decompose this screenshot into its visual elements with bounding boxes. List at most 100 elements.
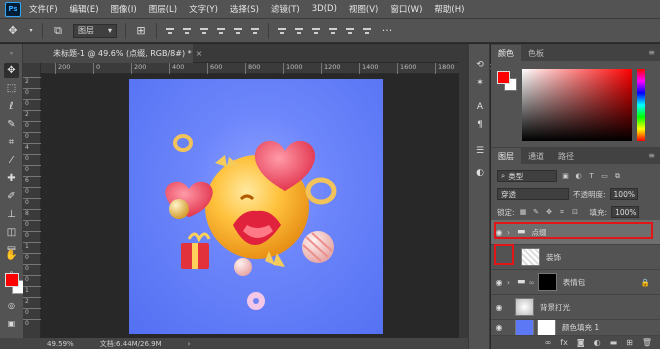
menu-help[interactable]: 帮助(H) [434,3,464,15]
hand-tool-icon[interactable]: ✋ [4,248,19,263]
distribute-bottom-icon[interactable] [311,26,321,36]
tab-layers[interactable]: 图层 [491,148,521,164]
filter-shape-icon[interactable]: ▭ [600,172,609,181]
filter-adjust-icon[interactable]: ◐ [574,172,583,181]
add-mask-icon[interactable]: ◙ [577,338,585,347]
align-bottom-icon[interactable] [199,26,209,36]
eye-icon[interactable]: ◉ [491,303,507,312]
tab-paths[interactable]: 路径 [551,148,581,164]
opacity-input[interactable]: 100% [609,188,638,200]
filter-type-icon[interactable]: T [587,172,596,181]
collapse-arrows-icon[interactable]: » [4,46,19,61]
menu-window[interactable]: 窗口(W) [390,3,422,15]
align-vcenter-icon[interactable] [182,26,192,36]
fill-input[interactable]: 100% [611,206,640,218]
menu-view[interactable]: 视图(V) [349,3,378,15]
tab-color[interactable]: 颜色 [491,45,521,61]
brush-tool-icon[interactable]: ✐ [4,189,19,204]
align-top-icon[interactable] [165,26,175,36]
character-icon[interactable]: A [473,100,487,114]
clone-stamp-icon[interactable]: ⊥ [4,207,19,222]
ruler-tick: 0 [23,275,41,283]
brush-settings-icon[interactable]: ✶ [473,76,487,90]
lock-artboard-icon[interactable]: ⌗ [558,208,567,217]
menu-layer[interactable]: 图层(L) [149,3,177,15]
trash-icon[interactable]: 🗑 [642,338,652,347]
layer-row[interactable]: ◉ 颜色填充 1 [491,320,660,336]
paragraph-icon[interactable]: ¶ [473,118,487,132]
fx-icon[interactable]: fx [560,338,568,347]
filter-pixel-icon[interactable]: ▣ [561,172,570,181]
menu-type[interactable]: 文字(Y) [189,3,218,15]
distribute-top-icon[interactable] [277,26,287,36]
distribute-hcenter-icon[interactable] [345,26,355,36]
layer-row[interactable]: 装饰 [491,245,660,270]
align-left-icon[interactable] [216,26,226,36]
lock-pixels-icon[interactable]: ✎ [532,208,541,217]
layer-row[interactable]: ◉ 背景打光 [491,295,660,320]
eye-icon[interactable]: ◉ [491,323,507,332]
distribute-right-icon[interactable] [362,26,372,36]
tab-swatches[interactable]: 色板 [521,45,551,61]
foreground-color-swatch[interactable] [497,71,510,84]
ruler-tick: 600 [207,63,222,74]
document-canvas[interactable] [129,79,383,334]
canvas-workspace[interactable] [41,74,459,338]
auto-select-icon[interactable]: ⧉ [51,24,65,38]
transform-controls-icon[interactable]: ⊞ [134,24,148,38]
link-layers-icon[interactable]: ∞ [545,338,552,347]
filter-smart-icon[interactable]: ⧉ [613,172,622,181]
status-menu-arrow[interactable]: › [188,340,191,348]
align-hcenter-icon[interactable] [233,26,243,36]
lock-all-icon[interactable]: ⊡ [571,208,580,217]
new-group-icon[interactable]: ▬ [610,338,618,347]
panel-menu-icon[interactable]: ≡ [648,48,655,57]
move-tool-icon[interactable]: ✥ [6,24,20,38]
foreground-color-swatch[interactable] [5,273,19,287]
color-field[interactable] [522,69,632,141]
lock-position-icon[interactable]: ✥ [545,208,554,217]
chevron-down-icon[interactable]: ▾ [28,24,34,38]
menu-select[interactable]: 选择(S) [230,3,259,15]
kind-filter[interactable]: ⌕ 类型 [497,170,557,182]
eraser-icon[interactable]: ◫ [4,225,19,240]
adjustment-layer-icon[interactable]: ◐ [594,338,601,347]
canvas-scrollbar[interactable] [459,44,468,338]
crop-tool-icon[interactable]: ⌗ [4,135,19,150]
panel-menu-icon[interactable]: ≡ [648,151,655,160]
close-icon[interactable]: × [196,49,203,58]
menu-edit[interactable]: 编辑(E) [70,3,99,15]
tab-channels[interactable]: 通道 [521,148,551,164]
blend-mode-value: 穿透 [501,189,516,199]
eyedropper-icon[interactable]: ⁄ [4,153,19,168]
marquee-tool-icon[interactable]: ⬚ [4,81,19,96]
lock-transparent-icon[interactable]: ▦ [519,208,528,217]
move-tool-icon[interactable]: ✥ [4,63,19,78]
more-options-icon[interactable]: ··· [380,24,394,38]
align-right-icon[interactable] [250,26,260,36]
lasso-tool-icon[interactable]: ℓ [4,99,19,114]
menu-image[interactable]: 图像(I) [111,3,137,15]
chevron-right-icon[interactable]: › [507,278,517,287]
eye-icon[interactable]: ◉ [491,278,507,287]
distribute-left-icon[interactable] [328,26,338,36]
menu-3d[interactable]: 3D(D) [312,4,337,14]
hue-slider[interactable] [637,69,645,141]
ruler-tick: 2 [23,77,41,85]
zoom-level[interactable]: 49.59% [47,340,74,348]
quick-mask-icon[interactable]: ◎ [4,298,19,313]
new-layer-icon[interactable]: ⊞ [626,338,633,347]
blend-mode-select[interactable]: 穿透 [497,188,569,200]
healing-brush-icon[interactable]: ✚ [4,171,19,186]
layer-row[interactable]: ◉ › ▬ ∞ 表情包 🔒 [491,270,660,295]
history-icon[interactable]: ⟲ [473,58,487,72]
distribute-vcenter-icon[interactable] [294,26,304,36]
menu-filter[interactable]: 滤镜(T) [271,3,300,15]
document-tab[interactable]: 未标题-1 @ 49.6% (点缀, RGB/8#) * × [23,44,202,63]
quick-select-icon[interactable]: ✎ [4,117,19,132]
properties-icon[interactable]: ☰ [473,144,487,158]
menu-file[interactable]: 文件(F) [29,3,58,15]
screen-mode-icon[interactable]: ▣ [4,316,19,331]
adjustments-icon[interactable]: ◐ [473,166,487,180]
auto-select-dropdown[interactable]: 图层 ▾ [73,23,118,38]
